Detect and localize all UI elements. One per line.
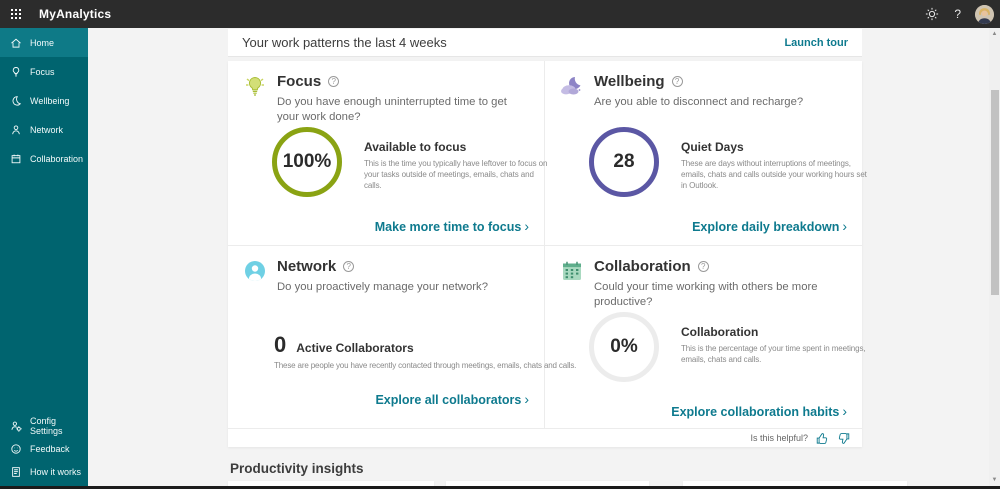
focus-section: Focus Do you have enough uninterrupted t…	[228, 61, 547, 246]
scroll-up-arrow-icon[interactable]: ▲	[989, 29, 1000, 39]
page-title: Your work patterns the last 4 weeks	[242, 35, 447, 50]
network-stat-label: Active Collaborators	[296, 341, 414, 355]
person-icon	[10, 124, 22, 136]
sidebar-item-feedback[interactable]: Feedback	[0, 437, 88, 460]
network-title: Network	[277, 258, 337, 275]
focus-question: Do you have enough uninterrupted time to…	[277, 96, 507, 123]
collaboration-action-link[interactable]: Explore collaboration habits	[671, 403, 847, 419]
thumbs-up-icon[interactable]	[816, 432, 829, 445]
wellbeing-title: Wellbeing	[594, 73, 665, 90]
calendar-icon	[10, 153, 22, 165]
chevron-right-icon	[524, 391, 529, 407]
lightbulb-icon	[10, 66, 22, 78]
network-action-link[interactable]: Explore all collaborators	[375, 391, 529, 407]
focus-stat-desc: This is the time you typically have left…	[364, 159, 548, 191]
network-section: Network Do you proactively manage your n…	[228, 246, 577, 428]
sidebar: Home Focus Wellbeing Network Collaborati…	[0, 28, 88, 489]
focus-ring-value: 100%	[272, 127, 342, 197]
smiley-icon	[10, 443, 22, 455]
wellbeing-moon-cloud-icon	[560, 74, 584, 98]
scrollbar-thumb[interactable]	[990, 90, 999, 295]
sidebar-item-wellbeing[interactable]: Wellbeing	[0, 86, 88, 115]
launch-tour-link[interactable]: Launch tour	[784, 37, 848, 49]
focus-stat-label: Available to focus	[364, 140, 467, 154]
app-title: MyAnalytics	[39, 7, 112, 21]
sidebar-item-config-settings[interactable]: Config Settings	[0, 414, 88, 437]
home-icon	[10, 37, 22, 49]
thumbs-down-icon[interactable]	[837, 432, 850, 445]
network-stat-desc: These are people you have recently conta…	[274, 361, 577, 370]
work-patterns-header: Your work patterns the last 4 weeks Laun…	[228, 29, 862, 57]
collaboration-stat-label: Collaboration	[681, 325, 759, 339]
app-launcher-icon[interactable]	[11, 8, 22, 20]
focus-title: Focus	[277, 73, 322, 90]
collaboration-calendar-icon	[560, 259, 584, 283]
sidebar-item-how-it-works[interactable]: How it works	[0, 460, 88, 483]
chevron-right-icon	[842, 403, 847, 419]
focus-action-link[interactable]: Make more time to focus	[375, 218, 529, 234]
document-icon	[10, 466, 22, 478]
collaboration-stat-desc: This is the percentage of your time spen…	[681, 344, 866, 365]
network-person-icon	[243, 259, 267, 283]
network-info-icon[interactable]	[343, 261, 355, 272]
focus-lightbulb-icon	[243, 74, 267, 98]
wellbeing-action-link[interactable]: Explore daily breakdown	[692, 218, 847, 234]
focus-info-icon[interactable]	[328, 76, 340, 87]
moon-icon	[10, 95, 22, 107]
wellbeing-stat-label: Quiet Days	[681, 140, 744, 154]
user-avatar[interactable]	[975, 4, 994, 24]
collaboration-ring-value: 0%	[589, 312, 659, 382]
settings-gear-icon[interactable]	[924, 6, 940, 22]
app-top-bar: MyAnalytics ?	[0, 0, 1000, 28]
vertical-scrollbar[interactable]: ▲ ▼	[989, 28, 1000, 489]
work-patterns-card: Focus Do you have enough uninterrupted t…	[228, 61, 867, 447]
sidebar-item-network[interactable]: Network	[0, 115, 88, 144]
network-value: 0	[274, 332, 287, 357]
wellbeing-section: Wellbeing Are you able to disconnect and…	[545, 61, 867, 246]
chevron-right-icon	[524, 218, 529, 234]
scroll-down-arrow-icon[interactable]: ▼	[989, 475, 1000, 485]
help-icon[interactable]: ?	[954, 7, 961, 21]
sidebar-item-focus[interactable]: Focus	[0, 57, 88, 86]
collaboration-info-icon[interactable]	[697, 261, 709, 272]
wellbeing-ring-value: 28	[589, 127, 659, 197]
wellbeing-stat-desc: These are days without interruptions of …	[681, 159, 867, 191]
sidebar-footer: Config Settings Feedback How it works	[0, 414, 88, 483]
sidebar-item-home[interactable]: Home	[0, 28, 88, 57]
network-question: Do you proactively manage your network?	[277, 281, 488, 293]
helpful-label: Is this helpful?	[750, 433, 808, 443]
collaboration-title: Collaboration	[594, 258, 691, 275]
collaboration-section: Collaboration Could your time working wi…	[545, 246, 866, 428]
settings-person-icon	[10, 420, 22, 432]
collaboration-question: Could your time working with others be m…	[594, 281, 818, 308]
wellbeing-info-icon[interactable]	[671, 76, 683, 87]
productivity-insights-title: Productivity insights	[230, 461, 364, 476]
wellbeing-question: Are you able to disconnect and recharge?	[594, 96, 804, 108]
chevron-right-icon	[842, 218, 847, 234]
feedback-footer: Is this helpful?	[228, 428, 862, 447]
sidebar-item-collaboration[interactable]: Collaboration	[0, 144, 88, 173]
